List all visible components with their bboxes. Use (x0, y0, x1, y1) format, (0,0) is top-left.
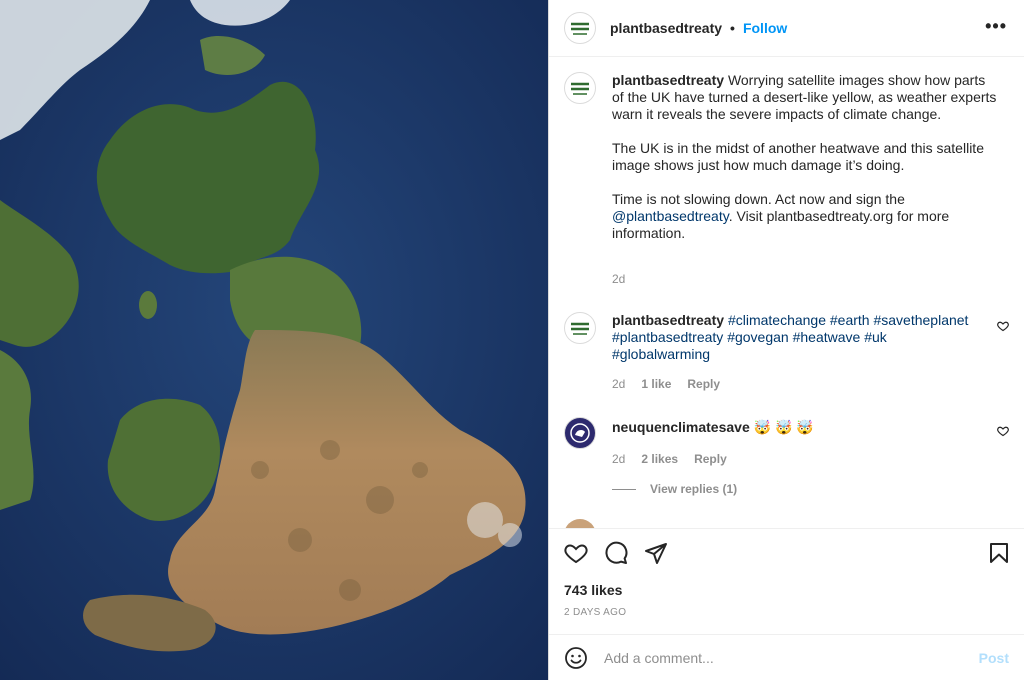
comment-username[interactable]: neuquenclimatesave (612, 419, 750, 435)
post-image[interactable] (0, 0, 548, 680)
comment-icon[interactable] (604, 541, 628, 565)
caption-avatar[interactable] (564, 72, 596, 104)
bookmark-icon[interactable] (987, 541, 1011, 565)
uk-satellite-image (0, 0, 548, 680)
plant-based-treaty-logo-icon (567, 315, 593, 341)
mention-link[interactable]: @plantbasedtreaty (612, 208, 729, 224)
comments-list[interactable]: plantbasedtreaty Worrying satellite imag… (549, 57, 1024, 528)
comment-item: plantbasedtreaty #climatechange #earth #… (564, 312, 1009, 391)
comment-like-heart-icon[interactable] (997, 320, 1009, 332)
comment-username[interactable]: plantbasedtreaty (612, 312, 724, 328)
comment-age: 2d (612, 377, 626, 391)
caption-text: plantbasedtreaty Worrying satellite imag… (612, 72, 997, 242)
action-icons (564, 541, 668, 565)
neuquen-logo-icon (566, 419, 594, 447)
reply-button[interactable]: Reply (694, 452, 727, 466)
view-replies-label: View replies (1) (650, 482, 738, 496)
comment-emojis: 🤯 🤯 🤯 (753, 419, 814, 435)
post-header: plantbasedtreaty • Follow ••• (549, 0, 1024, 57)
comment-like-heart-icon[interactable] (997, 425, 1009, 437)
follow-button[interactable]: Follow (743, 20, 787, 36)
comment-avatar[interactable] (564, 312, 596, 344)
caption-meta: 2d (612, 272, 1009, 286)
comment-likes[interactable]: 2 likes (641, 452, 678, 466)
post-actions: 743 likes 2 DAYS AGO (549, 528, 1024, 632)
view-replies-button[interactable]: View replies (1) (612, 482, 737, 496)
comment-avatar[interactable] (564, 417, 596, 449)
comment-meta: 2d 1 like Reply (612, 377, 1009, 391)
caption-para-2: The UK is in the midst of another heatwa… (612, 140, 984, 173)
comment-likes[interactable]: 1 like (641, 377, 671, 391)
replies-divider (612, 488, 636, 490)
comment-item: neuquenclimatesave 🤯 🤯 🤯 2d 2 likes Repl… (564, 417, 1009, 466)
comment-input[interactable] (604, 649, 964, 666)
caption-age: 2d (612, 272, 626, 286)
caption-para-3: Time is not slowing down. Act now and si… (612, 191, 997, 242)
reply-button[interactable]: Reply (687, 377, 720, 391)
caption: plantbasedtreaty Worrying satellite imag… (564, 72, 1009, 286)
comment-age: 2d (612, 452, 626, 466)
post-sidebar: plantbasedtreaty • Follow ••• plantbased… (548, 0, 1024, 680)
save-button[interactable] (987, 541, 1011, 565)
post-age: 2 DAYS AGO (564, 607, 627, 618)
caption-para-3-start: Time is not slowing down. Act now and si… (612, 191, 905, 207)
comment-meta: 2d 2 likes Reply (612, 452, 1009, 466)
next-comment-avatar[interactable] (564, 519, 596, 528)
plant-based-treaty-logo-icon (567, 15, 593, 41)
plant-based-treaty-logo-icon (567, 75, 593, 101)
more-options-icon[interactable]: ••• (985, 16, 1007, 37)
caption-username[interactable]: plantbasedtreaty (612, 72, 724, 88)
separator-dot: • (730, 20, 735, 36)
likes-count[interactable]: 743 likes (564, 582, 622, 598)
heart-icon[interactable] (564, 541, 588, 565)
comment-text: plantbasedtreaty #climatechange #earth #… (612, 312, 985, 363)
post-comment-button[interactable]: Post (979, 650, 1009, 666)
paper-plane-icon[interactable] (644, 541, 668, 565)
author-username[interactable]: plantbasedtreaty (610, 20, 722, 36)
author-avatar[interactable] (564, 12, 596, 44)
add-comment-bar: Post (549, 634, 1024, 680)
instagram-post: plantbasedtreaty • Follow ••• plantbased… (0, 0, 1024, 680)
comment-text: neuquenclimatesave 🤯 🤯 🤯 (612, 417, 985, 436)
smiley-icon[interactable] (564, 646, 588, 670)
